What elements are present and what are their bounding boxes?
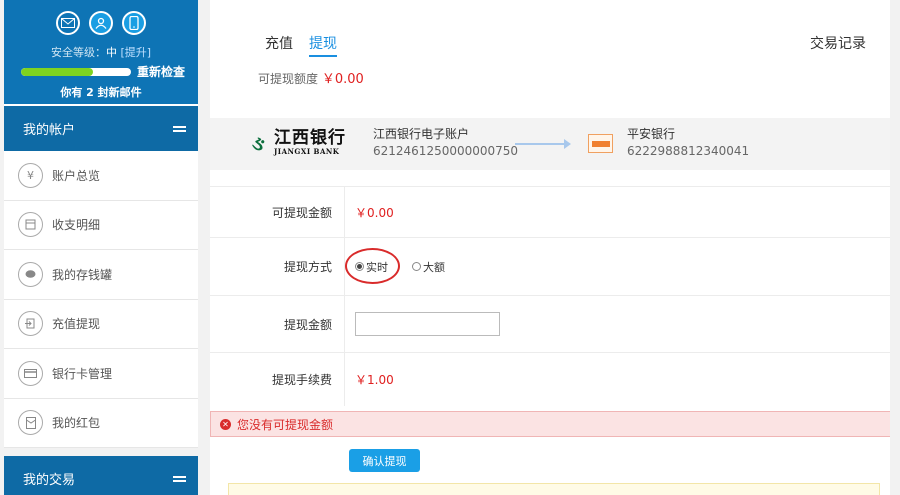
quota-label: 可提现额度 [258, 72, 319, 86]
withdraw-method-label: 提现方式 [210, 238, 345, 295]
target-bank-name: 平安银行 [627, 127, 676, 141]
fee-row: 提现手续费 ￥1.00 [210, 353, 900, 406]
method-large-label: 大额 [423, 260, 445, 274]
sidebar-item-account-overview[interactable]: ¥ 账户总览 [4, 151, 198, 201]
user-icon[interactable] [89, 11, 113, 35]
recheck-link[interactable]: 重新检查 [137, 63, 185, 80]
trade-section-header[interactable]: 我的交易 [4, 456, 198, 495]
menu-icon[interactable] [173, 125, 186, 132]
quota-value: ￥0.00 [321, 72, 364, 87]
sidebar-item-piggy-bank[interactable]: 我的存钱罐 [4, 250, 198, 300]
deposit-withdraw-icon [18, 311, 43, 337]
target-account-number: 6222988812340041 [627, 144, 750, 158]
account-section-title: 我的帐户 [23, 123, 76, 138]
security-progress-bar [21, 67, 131, 76]
sidebar-item-label: 账户总览 [52, 168, 101, 183]
sidebar-item-bank-cards[interactable]: 银行卡管理 [4, 349, 198, 399]
withdraw-amount-label: 提现金额 [210, 296, 345, 352]
sidebar-item-deposit-withdraw[interactable]: 充值提现 [4, 299, 198, 349]
radio-unchecked-icon [412, 262, 421, 271]
mail-notice[interactable]: 你有 2 封新邮件 [4, 84, 198, 100]
bank-logo-en: JIANGXI BANK [274, 147, 340, 156]
tab-recharge[interactable]: 充值 [265, 33, 293, 57]
tab-withdraw[interactable]: 提现 [309, 33, 337, 57]
bank-card-icon [18, 360, 43, 386]
menu-icon[interactable] [173, 475, 186, 482]
piggy-bank-icon [18, 261, 43, 287]
withdraw-amount-input[interactable] [355, 312, 500, 336]
mail-icon[interactable] [56, 11, 80, 35]
arrow-right-icon [515, 139, 571, 149]
sidebar-item-label: 收支明细 [52, 218, 101, 233]
page-edge [890, 0, 900, 495]
ledger-icon [18, 212, 43, 238]
mobile-phone-icon[interactable] [122, 11, 146, 35]
method-large-radio[interactable]: 大额 [412, 259, 445, 275]
upgrade-link[interactable]: [提升] [120, 46, 151, 59]
notice-box [228, 483, 880, 495]
sidebar-item-label: 充值提现 [52, 317, 101, 332]
sidebar: 安全等级：中 [提升] 重新检查 你有 2 封新邮件 我的帐户 ¥ 账户总览 收… [4, 0, 198, 495]
sidebar-item-label: 我的存钱罐 [52, 267, 113, 282]
tab-bar: 充值 提现 [265, 33, 337, 57]
sidebar-item-transactions[interactable]: 收支明细 [4, 200, 198, 250]
fee-value: ￥1.00 [355, 373, 394, 387]
account-section-header[interactable]: 我的帐户 [4, 106, 198, 151]
source-bank-name: 江西银行电子账户 [373, 127, 470, 141]
target-account: 平安银行 6222988812340041 [627, 126, 749, 160]
trade-section-title: 我的交易 [23, 473, 76, 488]
bank-logo-cn: 江西银行 [274, 128, 346, 148]
highlight-annotation [345, 248, 400, 284]
available-amount-value: ￥0.00 [355, 205, 394, 220]
withdraw-quota: 可提现额度 ￥0.00 [258, 68, 364, 87]
available-amount-row: 可提现金额 ￥0.00 [210, 186, 900, 238]
security-progress-fill [21, 67, 93, 76]
error-x-icon: ✕ [220, 418, 231, 430]
fee-label: 提现手续费 [210, 353, 345, 406]
profile-panel: 安全等级：中 [提升] 重新检查 你有 2 封新邮件 [4, 0, 198, 104]
confirm-withdraw-button[interactable]: 确认提现 [349, 449, 420, 472]
sidebar-item-label: 银行卡管理 [52, 366, 113, 381]
sidebar-item-label: 我的红包 [52, 416, 101, 431]
security-level-value: 中 [105, 46, 117, 59]
transfer-route: ઙ 江西银行 JIANGXI BANK 江西银行电子账户 62124612500… [210, 118, 900, 170]
transaction-records-link[interactable]: 交易记录 [810, 33, 866, 53]
withdraw-method-row: 提现方式 实时 大额 [210, 238, 900, 296]
security-level: 安全等级：中 [提升] [4, 44, 198, 60]
yen-icon: ¥ [18, 162, 43, 188]
jiangxi-bank-logo: ઙ 江西银行 JIANGXI BANK [252, 128, 346, 157]
error-message-bar: ✕ 您没有可提现金额 [210, 411, 898, 437]
jiangxi-bank-emblem-icon: ઙ [252, 131, 265, 155]
source-account-number: 6212461250000000750 [373, 144, 519, 158]
security-label: 安全等级： [50, 46, 106, 59]
error-message: 您没有可提现金额 [237, 417, 334, 432]
source-account: 江西银行电子账户 6212461250000000750 [373, 126, 518, 160]
withdraw-amount-row: 提现金额 [210, 296, 900, 353]
ping-an-bank-icon [588, 134, 613, 153]
main-content: 充值 提现 交易记录 可提现额度 ￥0.00 ઙ 江西银行 JIANGXI BA… [210, 0, 900, 495]
red-envelope-icon [18, 410, 43, 436]
sidebar-item-red-envelope[interactable]: 我的红包 [4, 398, 198, 448]
available-amount-label: 可提现金额 [210, 187, 345, 237]
